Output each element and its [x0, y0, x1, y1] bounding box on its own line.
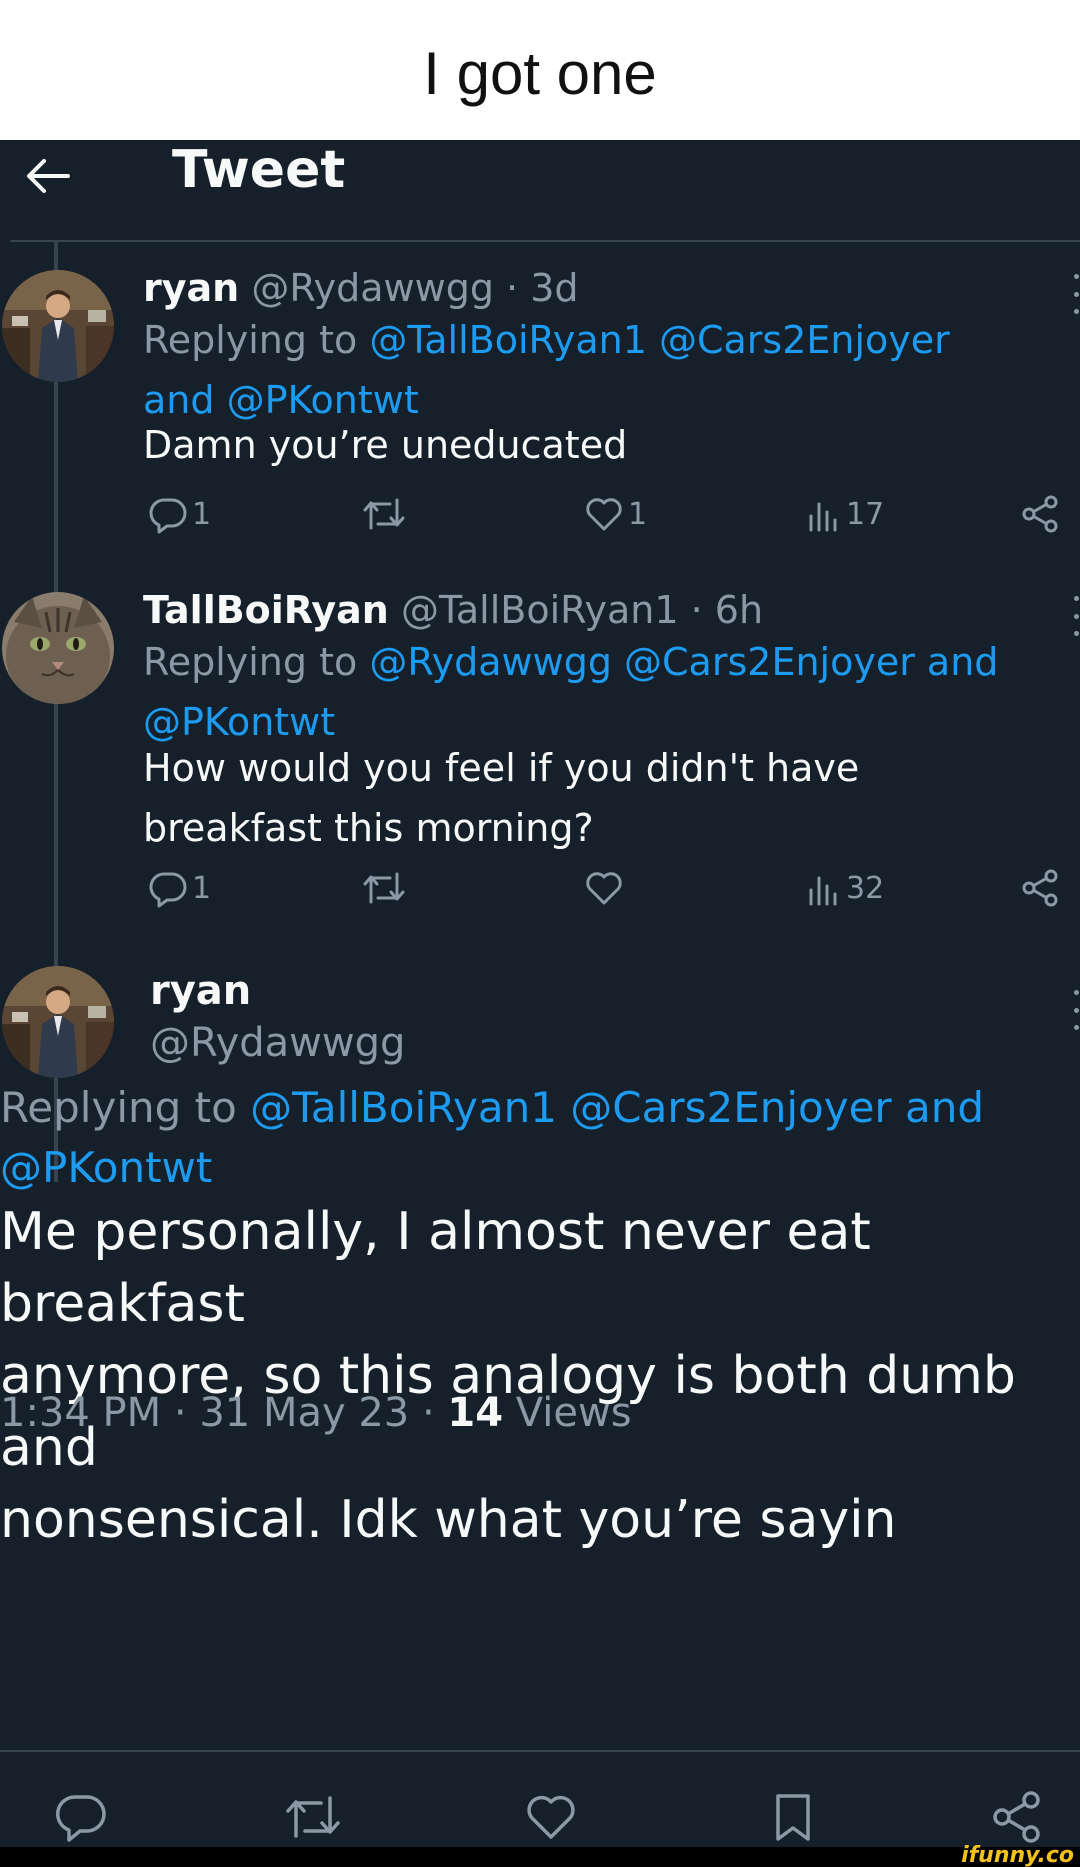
retweet-icon [363, 498, 405, 530]
more-icon[interactable] [1072, 274, 1080, 314]
mention-link[interactable]: @PKontwt [0, 1143, 212, 1192]
retweet-icon [363, 872, 405, 904]
tweet-text-line: Me personally, I almost never eat breakf… [0, 1202, 871, 1334]
more-icon[interactable] [1072, 596, 1080, 636]
page-title: Tweet [172, 140, 346, 200]
share-icon[interactable] [990, 1790, 1046, 1844]
tweet-date: 31 May 23 [199, 1390, 410, 1436]
share-button[interactable] [1020, 868, 1062, 908]
like-icon [586, 498, 622, 531]
mention-link[interactable]: @TallBoiRyan1 @Cars2Enjoyer [369, 318, 949, 362]
author-handle[interactable]: @Rydawwgg [150, 1020, 405, 1066]
reply-button[interactable]: 1 [148, 494, 211, 534]
tweet-meta: 1:34 PM · 31 May 23 · 14 Views [0, 1390, 632, 1436]
tweet-app: Tweet ryan @Rydawwgg · 3d Replying to @T… [0, 140, 1080, 1847]
author-name[interactable]: ryan [150, 968, 251, 1014]
author-handle[interactable]: @Rydawwgg [251, 266, 494, 310]
tweet-text-line: nonsensical. Idk what you’re sayin [0, 1490, 897, 1550]
share-icon [1022, 495, 1058, 533]
tweet-time: 1:34 PM [0, 1390, 162, 1436]
views-button[interactable]: 32 [806, 868, 884, 908]
avatar[interactable] [2, 966, 114, 1078]
tweet-text-line: How would you feel if you didn't have [143, 746, 860, 790]
views-count: 17 [846, 496, 885, 532]
replying-to: Replying to @TallBoiRyan1 @Cars2Enjoyer … [143, 310, 1073, 430]
views-count: 32 [846, 870, 885, 906]
avatar[interactable] [2, 270, 114, 382]
share-icon [1022, 869, 1058, 907]
retweet-button[interactable] [362, 494, 406, 534]
header: Tweet [0, 140, 1080, 244]
replying-to: Replying to @TallBoiRyan1 @Cars2Enjoyer … [0, 1078, 1000, 1198]
reply-count: 1 [192, 496, 212, 532]
reply-icon [149, 872, 187, 908]
replying-prefix: Replying to [143, 640, 358, 684]
bookmark-icon[interactable] [766, 1790, 820, 1844]
tweet-time: 6h [714, 588, 764, 632]
like-icon [586, 872, 622, 905]
retweet-icon[interactable] [284, 1790, 342, 1844]
tweet-text: How would you feel if you didn't have br… [143, 738, 1063, 858]
views-label[interactable]: Views [516, 1390, 632, 1436]
like-icon[interactable] [524, 1790, 578, 1844]
separator: · [506, 266, 519, 310]
like-button[interactable]: 1 [584, 494, 647, 534]
replying-to: Replying to @Rydawwgg @Cars2Enjoyer and … [143, 632, 1073, 752]
avatar[interactable] [2, 592, 114, 704]
tweet-text-line: breakfast this morning? [143, 806, 594, 850]
more-icon[interactable] [1072, 990, 1080, 1030]
reply-count: 1 [192, 870, 212, 906]
views-button[interactable]: 17 [806, 494, 884, 534]
tweet-header: ryan @Rydawwgg · 3d [143, 266, 579, 310]
author-handle[interactable]: @TallBoiRyan1 [401, 588, 679, 632]
mention-link[interactable]: @Rydawwgg @Cars2Enjoyer and [369, 640, 998, 684]
mention-link[interactable]: @TallBoiRyan1 @Cars2Enjoyer and [250, 1083, 984, 1132]
tweet-text: Me personally, I almost never eat breakf… [0, 1196, 1080, 1556]
meme-caption: I got one [0, 0, 1080, 140]
share-button[interactable] [1020, 494, 1062, 534]
back-arrow-icon[interactable] [22, 150, 74, 202]
author-name[interactable]: ryan [143, 266, 239, 310]
tweet-header: TallBoiRyan @TallBoiRyan1 · 6h [143, 588, 763, 632]
watermark: ifunny.co [961, 1843, 1074, 1867]
reply-button[interactable]: 1 [148, 868, 211, 908]
author-name[interactable]: TallBoiRyan [143, 588, 389, 632]
separator: · [421, 1390, 435, 1436]
watermark-bar [0, 1847, 1080, 1867]
separator: · [690, 588, 703, 632]
like-button[interactable] [584, 868, 624, 908]
divider [0, 1750, 1080, 1752]
views-count[interactable]: 14 [447, 1390, 503, 1436]
tweet-text: Damn you’re uneducated [143, 423, 628, 467]
header-divider [10, 240, 1080, 242]
like-count: 1 [628, 496, 648, 532]
replying-prefix: Replying to [0, 1083, 237, 1132]
retweet-button[interactable] [362, 868, 406, 908]
views-icon [809, 876, 837, 906]
tweet-time: 3d [530, 266, 579, 310]
reply-icon [149, 498, 187, 534]
reply-icon[interactable] [54, 1790, 108, 1844]
separator: · [173, 1390, 187, 1436]
replying-prefix: Replying to [143, 318, 358, 362]
views-icon [809, 502, 837, 532]
